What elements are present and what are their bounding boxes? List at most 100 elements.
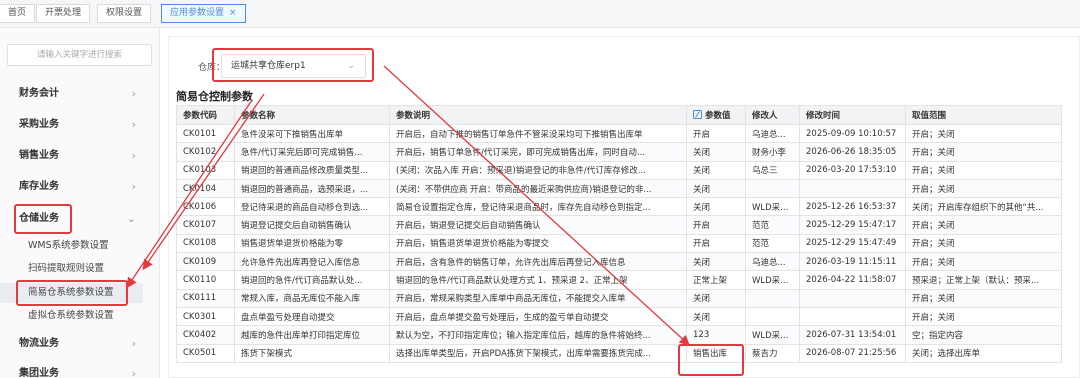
sidebar-item-label: 财务会计: [19, 88, 59, 99]
param-code-cell: CK0109: [176, 252, 235, 272]
value-range-cell: 开启；关闭: [905, 233, 1062, 254]
sidebar-item-label: 物流业务: [19, 338, 59, 349]
sidebar-item-sales[interactable]: 销售业务 ›: [0, 144, 152, 168]
param-value-cell[interactable]: 关闭: [686, 306, 746, 327]
param-value-cell[interactable]: 关闭: [686, 288, 746, 308]
param-desc-cell: 开启后，自动下推的销售订单急件不管采没采均可下推销售出库单: [389, 123, 687, 144]
column-header: 参数说明: [389, 105, 687, 125]
modified-time-cell: 2025-12-29 15:47:49: [799, 233, 906, 254]
modified-time-cell: 2026-07-31 13:54:01: [799, 325, 906, 345]
value-range-cell: 空；指定内容: [905, 325, 1062, 345]
column-header: 修改人: [745, 105, 800, 125]
param-code-cell: CK0402: [176, 325, 235, 345]
param-value-cell[interactable]: 关闭: [686, 197, 746, 217]
table-row[interactable]: CK0301 盘点单盈亏处理自动提交 开启后，盘点单提交盈亏处理后，生成的盈亏单自动…: [176, 306, 1062, 327]
column-header: 修改时间: [799, 105, 906, 125]
modifier-cell: [745, 178, 800, 199]
sidebar-item-finance[interactable]: 财务会计 ›: [0, 82, 152, 106]
table-row[interactable]: CK0109 允许急件先出库再登记入库信息 开启后，含有急件的销售订单，允许先出库后…: [176, 252, 1062, 272]
table-row[interactable]: CK0402 越库的急件出库单打印指定库位 默认为空，不打印指定库位；输入指定库位后…: [176, 325, 1062, 345]
modified-time-cell: 2026-06-26 18:35:05: [799, 142, 906, 162]
annotation-box-simple-warehouse-settings: [16, 280, 128, 306]
table-body: CK0101 急件没采可下推销售出库单 开启后，自动下推的销售订单急件不管采没采均可…: [176, 123, 1062, 363]
chevron-right-icon: ›: [131, 149, 136, 162]
param-name-cell: 拣货下架模式: [234, 343, 390, 363]
param-name-cell: 销退回的普通商品，选预采退，...: [234, 178, 390, 199]
param-value-cell[interactable]: 正常上架: [686, 270, 746, 290]
param-desc-cell: 开启后，销售订单急件/代订采完，即可完成销售出库，同时自动...: [389, 142, 687, 162]
tab-app-params[interactable]: 应用参数设置 ×: [161, 4, 246, 23]
sidebar-subitem-wms-settings[interactable]: WMS系统参数设置: [0, 236, 143, 256]
param-desc-cell: 开启后，销退登记提交后自动销售确认: [389, 215, 687, 235]
close-icon[interactable]: ×: [229, 8, 237, 18]
value-range-cell: 预采退；正常上架（默认：预采...: [905, 270, 1062, 290]
modifier-cell: 范范: [745, 233, 800, 254]
table-row[interactable]: CK0101 急件没采可下推销售出库单 开启后，自动下推的销售订单急件不管采没采均可…: [176, 123, 1062, 144]
param-desc-cell: 简易仓设置指定仓库，登记待采退商品时，库存先自动移仓到指定...: [389, 197, 687, 217]
value-range-cell: 关闭；开启库存组织下的其他“共...: [905, 197, 1062, 217]
value-range-cell: 开启；关闭: [905, 142, 1062, 162]
modifier-cell: WLD采...: [745, 325, 800, 345]
chevron-right-icon: ›: [131, 87, 136, 100]
value-range-cell: 开启；关闭: [905, 160, 1062, 180]
sidebar-subitem-virtual-warehouse-settings[interactable]: 虚拟仓系统参数设置: [0, 306, 143, 326]
sidebar-item-inventory[interactable]: 库存业务 ›: [0, 175, 152, 199]
tab-permissions[interactable]: 权限设置: [97, 4, 152, 23]
table-row[interactable]: CK0106 登记待采退的商品自动移仓到选... 简易仓设置指定仓库，登记待采退商品…: [176, 197, 1062, 217]
tab-invoice[interactable]: 开票处理: [36, 4, 91, 23]
table-row[interactable]: CK0102 急件/代订采完后即可完成销售... 开启后，销售订单急件/代订采完，即…: [176, 142, 1062, 162]
param-name-cell: 越库的急件出库单打印指定库位: [234, 325, 390, 345]
table-row[interactable]: CK0104 销退回的普通商品，选预采退，... (关闭：不带供应商 开启：带商品的…: [176, 178, 1062, 199]
table-row[interactable]: CK0501 拣货下架模式 选择出库单类型后，开启PDA拣货下架模式，出库单需要拣货…: [176, 343, 1062, 363]
param-value-cell[interactable]: 关闭: [686, 160, 746, 180]
param-value-cell[interactable]: 关闭: [686, 252, 746, 272]
param-desc-cell: 开启后，盘点单提交盈亏处理后，生成的盈亏单自动提交: [389, 306, 687, 327]
param-code-cell: CK0108: [176, 233, 235, 254]
sidebar-item-logistics[interactable]: 物流业务 ›: [0, 332, 152, 356]
modified-time-cell: 2025-12-29 15:47:17: [799, 215, 906, 235]
modifier-cell: 乌总三: [745, 160, 800, 180]
modifier-cell: WLD采...: [745, 197, 800, 217]
param-code-cell: CK0101: [176, 123, 235, 144]
table-row[interactable]: CK0110 销退回的急件/代订商品默认处... 销退回的急件/代订商品默认处理方式…: [176, 270, 1062, 290]
param-code-cell: CK0103: [176, 160, 235, 180]
param-value-cell[interactable]: 开启: [686, 233, 746, 254]
search-input[interactable]: 请输入关键字进行搜索: [7, 44, 152, 66]
param-desc-cell: 开启后，常规采购类型入库单中商品无库位，不能提交入库单: [389, 288, 687, 308]
param-name-cell: 销退回的急件/代订商品默认处...: [234, 270, 390, 290]
sidebar-item-purchase[interactable]: 采购业务 ›: [0, 113, 152, 137]
modifier-cell: [745, 306, 800, 327]
value-range-cell: 开启；关闭: [905, 252, 1062, 272]
param-value-cell[interactable]: 关闭: [686, 178, 746, 199]
param-code-cell: CK0102: [176, 142, 235, 162]
value-range-cell: 开启；关闭: [905, 306, 1062, 327]
table-row[interactable]: CK0108 销售退货单退货价格能为零 开启后，销售退货单退货价格能为零提交 开启 范范…: [176, 233, 1062, 254]
value-range-cell: 开启；关闭: [905, 288, 1062, 308]
table-row[interactable]: CK0111 常规入库，商品无库位不能入库 开启后，常规采购类型入库单中商品无库位，…: [176, 288, 1062, 308]
param-desc-cell: 选择出库单类型后，开启PDA拣货下架模式，出库单需要拣货完成...: [389, 343, 687, 363]
param-value-cell[interactable]: 开启: [686, 215, 746, 235]
chevron-right-icon: ›: [131, 180, 136, 193]
tab-bar: 首页 开票处理 权限设置 应用参数设置 ×: [0, 0, 1080, 28]
param-name-cell: 登记待采退的商品自动移仓到选...: [234, 197, 390, 217]
chevron-right-icon: ›: [131, 118, 136, 131]
table-row[interactable]: CK0103 销退回的普通商品修改质量类型... (关闭：次品入库 开启：预采退)销…: [176, 160, 1062, 180]
param-code-cell: CK0301: [176, 306, 235, 327]
modified-time-cell: 2025-12-26 16:53:37: [799, 197, 906, 217]
param-name-cell: 销售退货单退货价格能为零: [234, 233, 390, 254]
modifier-cell: WLD采...: [745, 270, 800, 290]
sidebar-item-label: 库存业务: [19, 181, 59, 192]
sidebar-subitem-scan-rules[interactable]: 扫码提取规则设置: [0, 259, 143, 279]
param-desc-cell: 开启后，含有急件的销售订单，允许先出库后再登记入库信息: [389, 252, 687, 272]
tab-app-params-label: 应用参数设置: [170, 8, 225, 18]
table-row[interactable]: CK0107 销退登记提交后自动销售确认 开启后，销退登记提交后自动销售确认 开启 范范…: [176, 215, 1062, 235]
param-value-cell[interactable]: 123: [686, 325, 746, 345]
modified-time-cell: 2026-04-22 11:58:07: [799, 270, 906, 290]
sidebar-item-group[interactable]: 集团业务 ›: [0, 362, 152, 378]
modifier-cell: [745, 288, 800, 308]
param-value-cell[interactable]: 关闭: [686, 142, 746, 162]
edit-icon: [693, 110, 702, 119]
chevron-down-icon: ⌄: [126, 212, 136, 225]
param-value-cell[interactable]: 开启: [686, 123, 746, 144]
tab-home[interactable]: 首页: [0, 4, 36, 23]
